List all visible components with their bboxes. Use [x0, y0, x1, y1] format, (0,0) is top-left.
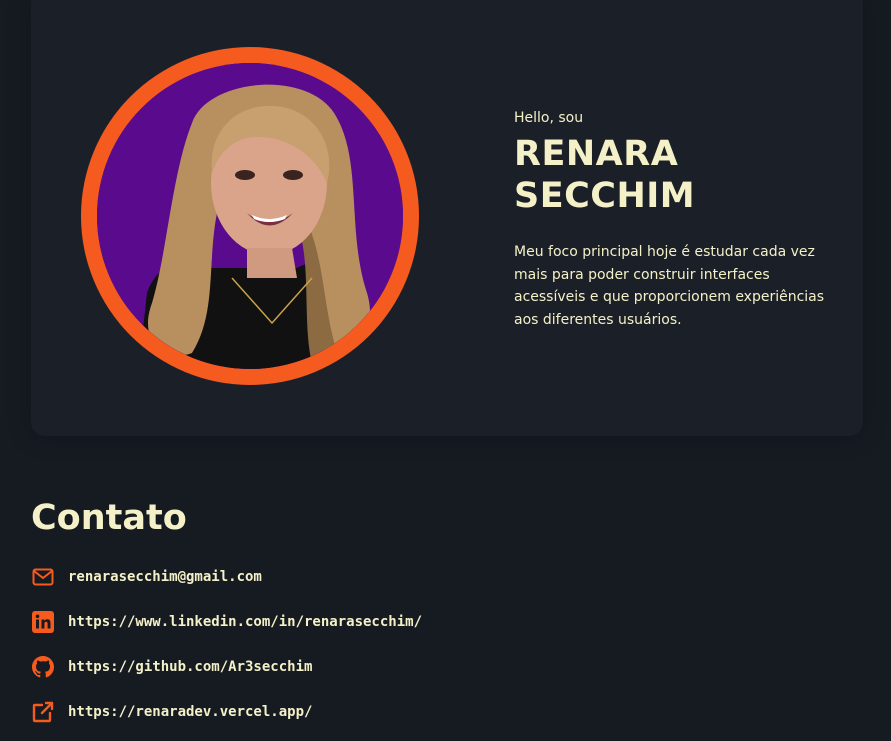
bio-text: Meu foco principal hoje é estudar cada v…	[514, 244, 825, 328]
website-link[interactable]: https://renaradev.vercel.app/	[68, 704, 312, 720]
profile-photo	[97, 63, 403, 369]
avatar-ring	[81, 47, 419, 385]
github-icon[interactable]	[31, 656, 54, 679]
contact-item-github: https://github.com/Ar3secchim	[31, 653, 422, 681]
github-link[interactable]: https://github.com/Ar3secchim	[68, 659, 312, 675]
greeting: Hello, sou	[514, 110, 584, 126]
avatar	[97, 63, 403, 369]
mail-icon	[31, 566, 54, 589]
external-link-icon[interactable]	[31, 701, 54, 724]
contact-item-website: https://renaradev.vercel.app/	[31, 698, 422, 726]
linkedin-icon[interactable]	[31, 611, 54, 634]
profile-name: RENARA SECCHIM	[514, 133, 814, 217]
name-last: SECCHIM	[514, 176, 696, 216]
contact-title: Contato	[31, 498, 187, 538]
contact-item-email: renarasecchim@gmail.com	[31, 563, 422, 591]
contact-list: renarasecchim@gmail.com https://www.link…	[31, 563, 422, 741]
email-link[interactable]: renarasecchim@gmail.com	[68, 569, 262, 585]
contact-item-linkedin: https://www.linkedin.com/in/renarasecchi…	[31, 608, 422, 636]
name-first: RENARA	[514, 134, 679, 174]
linkedin-link[interactable]: https://www.linkedin.com/in/renarasecchi…	[68, 614, 422, 630]
